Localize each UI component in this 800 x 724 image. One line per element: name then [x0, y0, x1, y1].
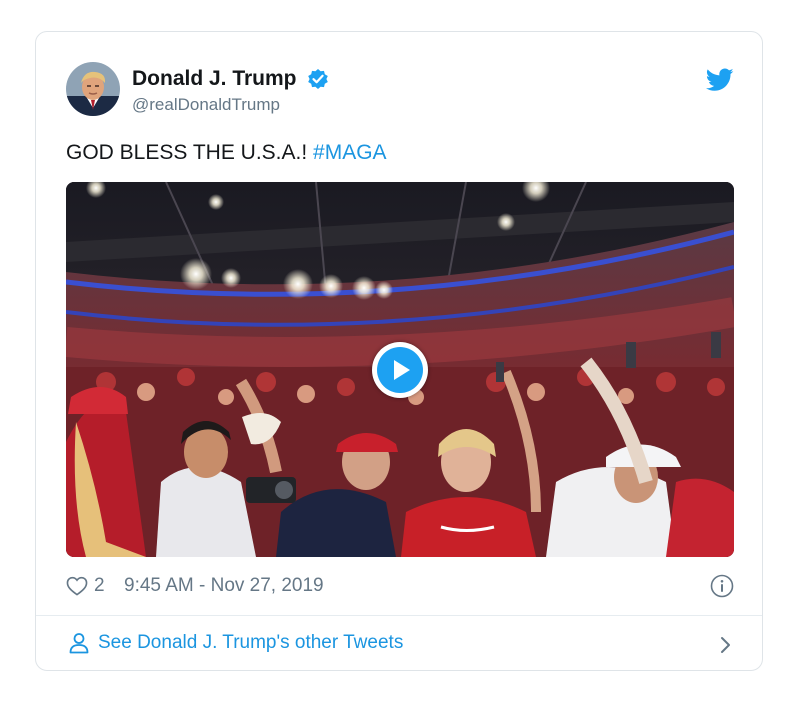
video-thumbnail[interactable] [66, 182, 734, 557]
author-display-name[interactable]: Donald J. Trump [132, 66, 297, 92]
author-handle[interactable]: @realDonaldTrump [132, 94, 329, 116]
author-names: Donald J. Trump @realDonaldTrump [132, 66, 329, 116]
person-icon [68, 632, 90, 654]
verified-badge-icon [307, 68, 329, 90]
avatar[interactable] [66, 62, 120, 116]
play-icon [377, 347, 423, 393]
chevron-right-icon [716, 634, 734, 653]
tweet-text: GOD BLESS THE U.S.A.! #MAGA [66, 139, 387, 167]
play-button[interactable] [372, 342, 428, 398]
tweet-meta: 2 9:45 AM - Nov 27, 2019 [66, 572, 734, 600]
other-tweets-label: See Donald J. Trump's other Tweets [98, 632, 404, 653]
like-count: 2 [94, 575, 105, 596]
info-icon[interactable] [710, 574, 734, 598]
footer-divider [36, 615, 762, 616]
tweet-header: Donald J. Trump @realDonaldTrump [66, 62, 734, 120]
tweet-body: GOD BLESS THE U.S.A.! [66, 141, 308, 164]
tweet-timestamp[interactable]: 9:45 AM - Nov 27, 2019 [124, 572, 324, 600]
hashtag-link[interactable]: #MAGA [313, 141, 387, 164]
heart-icon[interactable] [66, 576, 88, 596]
twitter-bird-icon[interactable] [705, 68, 734, 92]
other-tweets-link[interactable]: See Donald J. Trump's other Tweets [66, 628, 734, 658]
tweet-card: Donald J. Trump @realDonaldTrump GOD BLE… [35, 31, 763, 671]
